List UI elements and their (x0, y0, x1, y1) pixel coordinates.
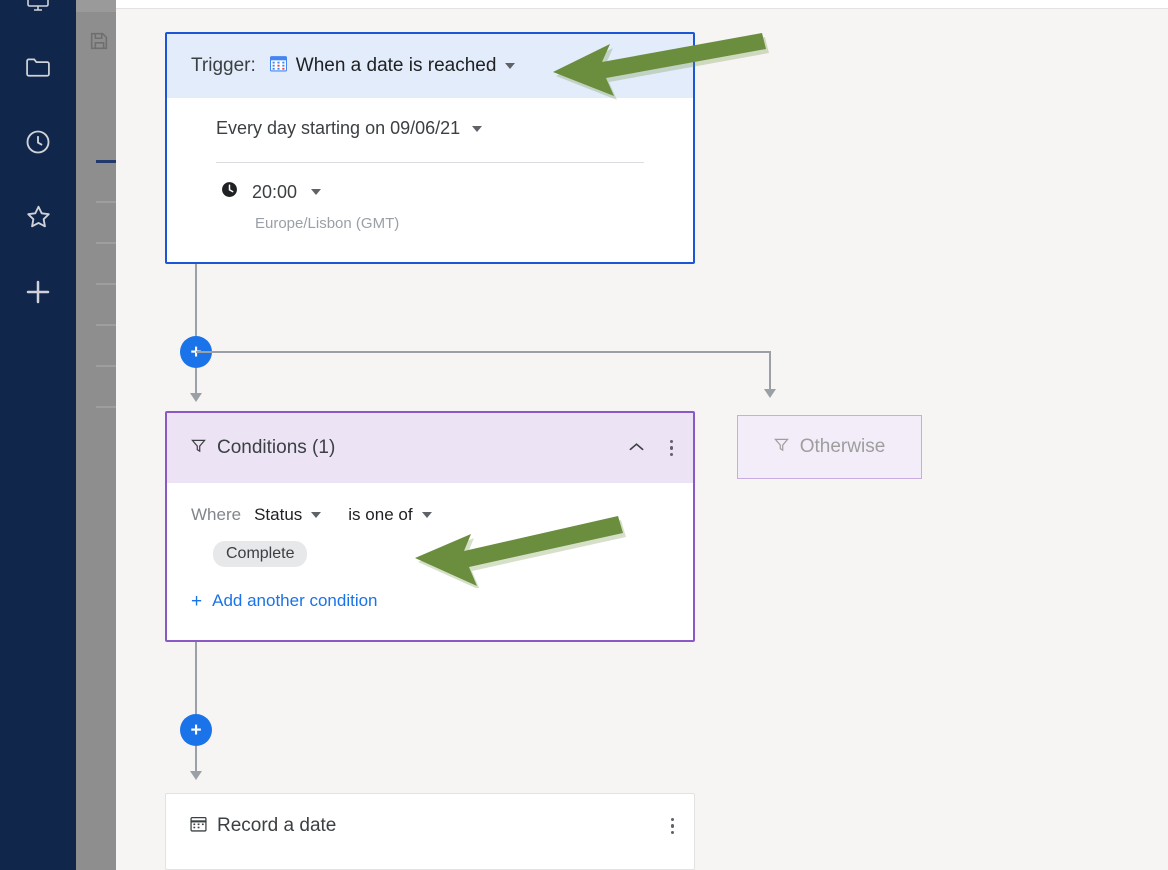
sidebar-item-folder[interactable] (0, 47, 76, 87)
sidebar-item-monitor[interactable] (0, 0, 76, 22)
list-item[interactable] (96, 365, 116, 367)
condition-operator-dropdown[interactable]: is one of (348, 505, 432, 525)
condition-values: Complete (191, 541, 669, 567)
conditions-card[interactable]: Conditions (1) Where Status is one of Co… (165, 411, 695, 642)
time-value: 20:00 (252, 181, 298, 202)
add-another-condition-button[interactable]: + Add another condition (191, 591, 669, 611)
conditions-card-body: Where Status is one of Complete + Add an… (167, 483, 693, 611)
connector-branch-vertical (769, 351, 771, 391)
screenshot-root: Trigger: When a date is reached Every da… (0, 0, 1168, 870)
kebab-menu-icon[interactable] (670, 817, 674, 835)
recurrence-value: Every day starting on 09/06/21 (216, 118, 461, 138)
time-dropdown[interactable]: 20:00 (191, 181, 669, 203)
trigger-card-header: Trigger: When a date is reached (167, 34, 693, 98)
list-item[interactable] (96, 242, 116, 244)
filter-icon (191, 438, 206, 458)
connector-branch-horizontal (196, 351, 770, 353)
add-another-condition-label: Add another condition (212, 591, 378, 610)
folder-icon (24, 55, 52, 79)
clock-icon (24, 128, 52, 156)
list-item[interactable] (96, 283, 116, 285)
star-icon (24, 203, 53, 231)
status-badge[interactable]: Complete (213, 541, 308, 567)
trigger-card[interactable]: Trigger: When a date is reached Every da… (165, 32, 695, 264)
connector-line-add-to-record (195, 746, 197, 773)
chevron-down-icon (505, 63, 516, 69)
monitor-icon (25, 0, 51, 14)
sidebar-item-recent[interactable] (0, 122, 76, 162)
plus-icon: + (191, 590, 203, 612)
clock-icon (221, 181, 238, 203)
chevron-down-icon (311, 512, 322, 518)
filter-icon (773, 437, 789, 457)
connector-line-add-to-conditions (195, 368, 197, 395)
sidebar-item-add[interactable] (0, 272, 76, 312)
record-card-header: Record a date (166, 794, 694, 858)
plus-icon (23, 277, 53, 307)
trigger-label: Trigger: (191, 55, 256, 76)
trigger-card-body: Every day starting on 09/06/21 20:00 Eur… (167, 98, 693, 232)
connector-arrow-otherwise (764, 389, 776, 398)
trigger-type-value: When a date is reached (295, 55, 497, 76)
add-step-button-bottom[interactable]: + (180, 714, 212, 746)
conditions-card-header: Conditions (1) (167, 413, 693, 483)
kebab-menu-icon[interactable] (669, 439, 673, 457)
connector-line-conditions-to-add (195, 642, 197, 714)
calendar-grid-icon (269, 55, 287, 77)
list-item[interactable] (96, 406, 116, 408)
sidebar-item-favorites[interactable] (0, 197, 76, 237)
chevron-down-icon (421, 512, 432, 518)
list-item[interactable] (96, 160, 116, 163)
chevron-down-icon (311, 189, 322, 195)
trigger-type-dropdown[interactable]: When a date is reached (269, 55, 516, 77)
condition-field-value: Status (254, 505, 303, 524)
dimmed-panel-strip (76, 12, 116, 870)
divider (216, 162, 644, 163)
save-icon[interactable] (88, 30, 110, 57)
connector-arrow-record (190, 771, 202, 780)
chevron-down-icon (472, 125, 483, 132)
chevron-up-icon[interactable] (629, 439, 644, 457)
condition-row: Where Status is one of (191, 505, 669, 525)
record-card-title: Record a date (217, 815, 337, 836)
connector-line-trigger-to-add (195, 264, 197, 338)
window-top-strip (116, 0, 1168, 8)
recurrence-dropdown[interactable]: Every day starting on 09/06/21 (191, 118, 669, 139)
record-a-date-card[interactable]: Record a date (165, 793, 695, 870)
overlay-strip-top (76, 0, 116, 12)
left-nav-rail (0, 0, 76, 870)
condition-field-dropdown[interactable]: Status (254, 505, 322, 525)
otherwise-label: Otherwise (799, 436, 886, 457)
timezone-label: Europe/Lisbon (GMT) (255, 215, 400, 232)
condition-operator-value: is one of (348, 505, 413, 524)
list-item[interactable] (96, 201, 116, 203)
list-item[interactable] (96, 324, 116, 326)
calendar-icon (190, 815, 207, 837)
where-label: Where (191, 505, 242, 524)
connector-arrow-conditions (190, 393, 202, 402)
conditions-title: Conditions (1) (217, 437, 336, 458)
otherwise-branch-box[interactable]: Otherwise (737, 415, 922, 479)
